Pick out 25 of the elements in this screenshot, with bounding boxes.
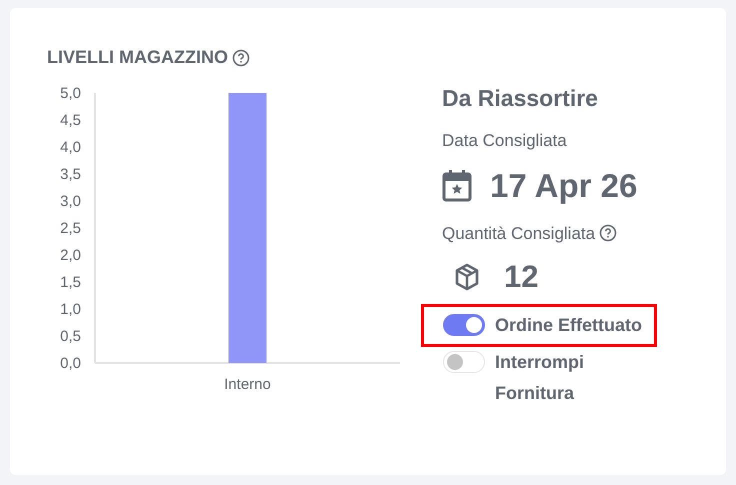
help-icon[interactable] [232,48,250,66]
suggested-date: 17 Apr 26 [490,166,638,206]
axis-tick-label: 2,5 [60,220,81,237]
axis-tick-label: 5,0 [60,85,81,102]
box-icon [454,263,480,292]
axis-tick-label: 1,5 [60,274,81,291]
date-label: Data Consigliata [442,130,568,152]
toggle-switch[interactable] [443,314,485,336]
help-icon[interactable] [599,224,618,242]
axis-tick-label: 0,0 [60,355,81,372]
toggle-label: Interrompi Fornitura [495,350,586,404]
axis-tick-label: 4,5 [60,112,81,129]
suggested-quantity: 12 [504,258,538,296]
axis-tick-label: 0,5 [60,328,81,345]
panel-title: LIVELLI MAGAZZINO [47,46,228,69]
calendar-icon [442,170,472,202]
axis-tick-label: 1,0 [60,301,81,318]
quantity-label: Quantità Consigliata [442,222,596,244]
axis-tick-label: 3,0 [60,193,81,210]
axis-tick-label: 2,0 [60,247,81,264]
axis-category-label: Interno [224,376,271,393]
toggle-label: Ordine Effettuato [495,314,642,336]
axis-tick-label: 3,5 [60,166,81,183]
axis-tick-label: 4,0 [60,139,81,156]
section-heading: Da Riassortire [442,84,599,113]
